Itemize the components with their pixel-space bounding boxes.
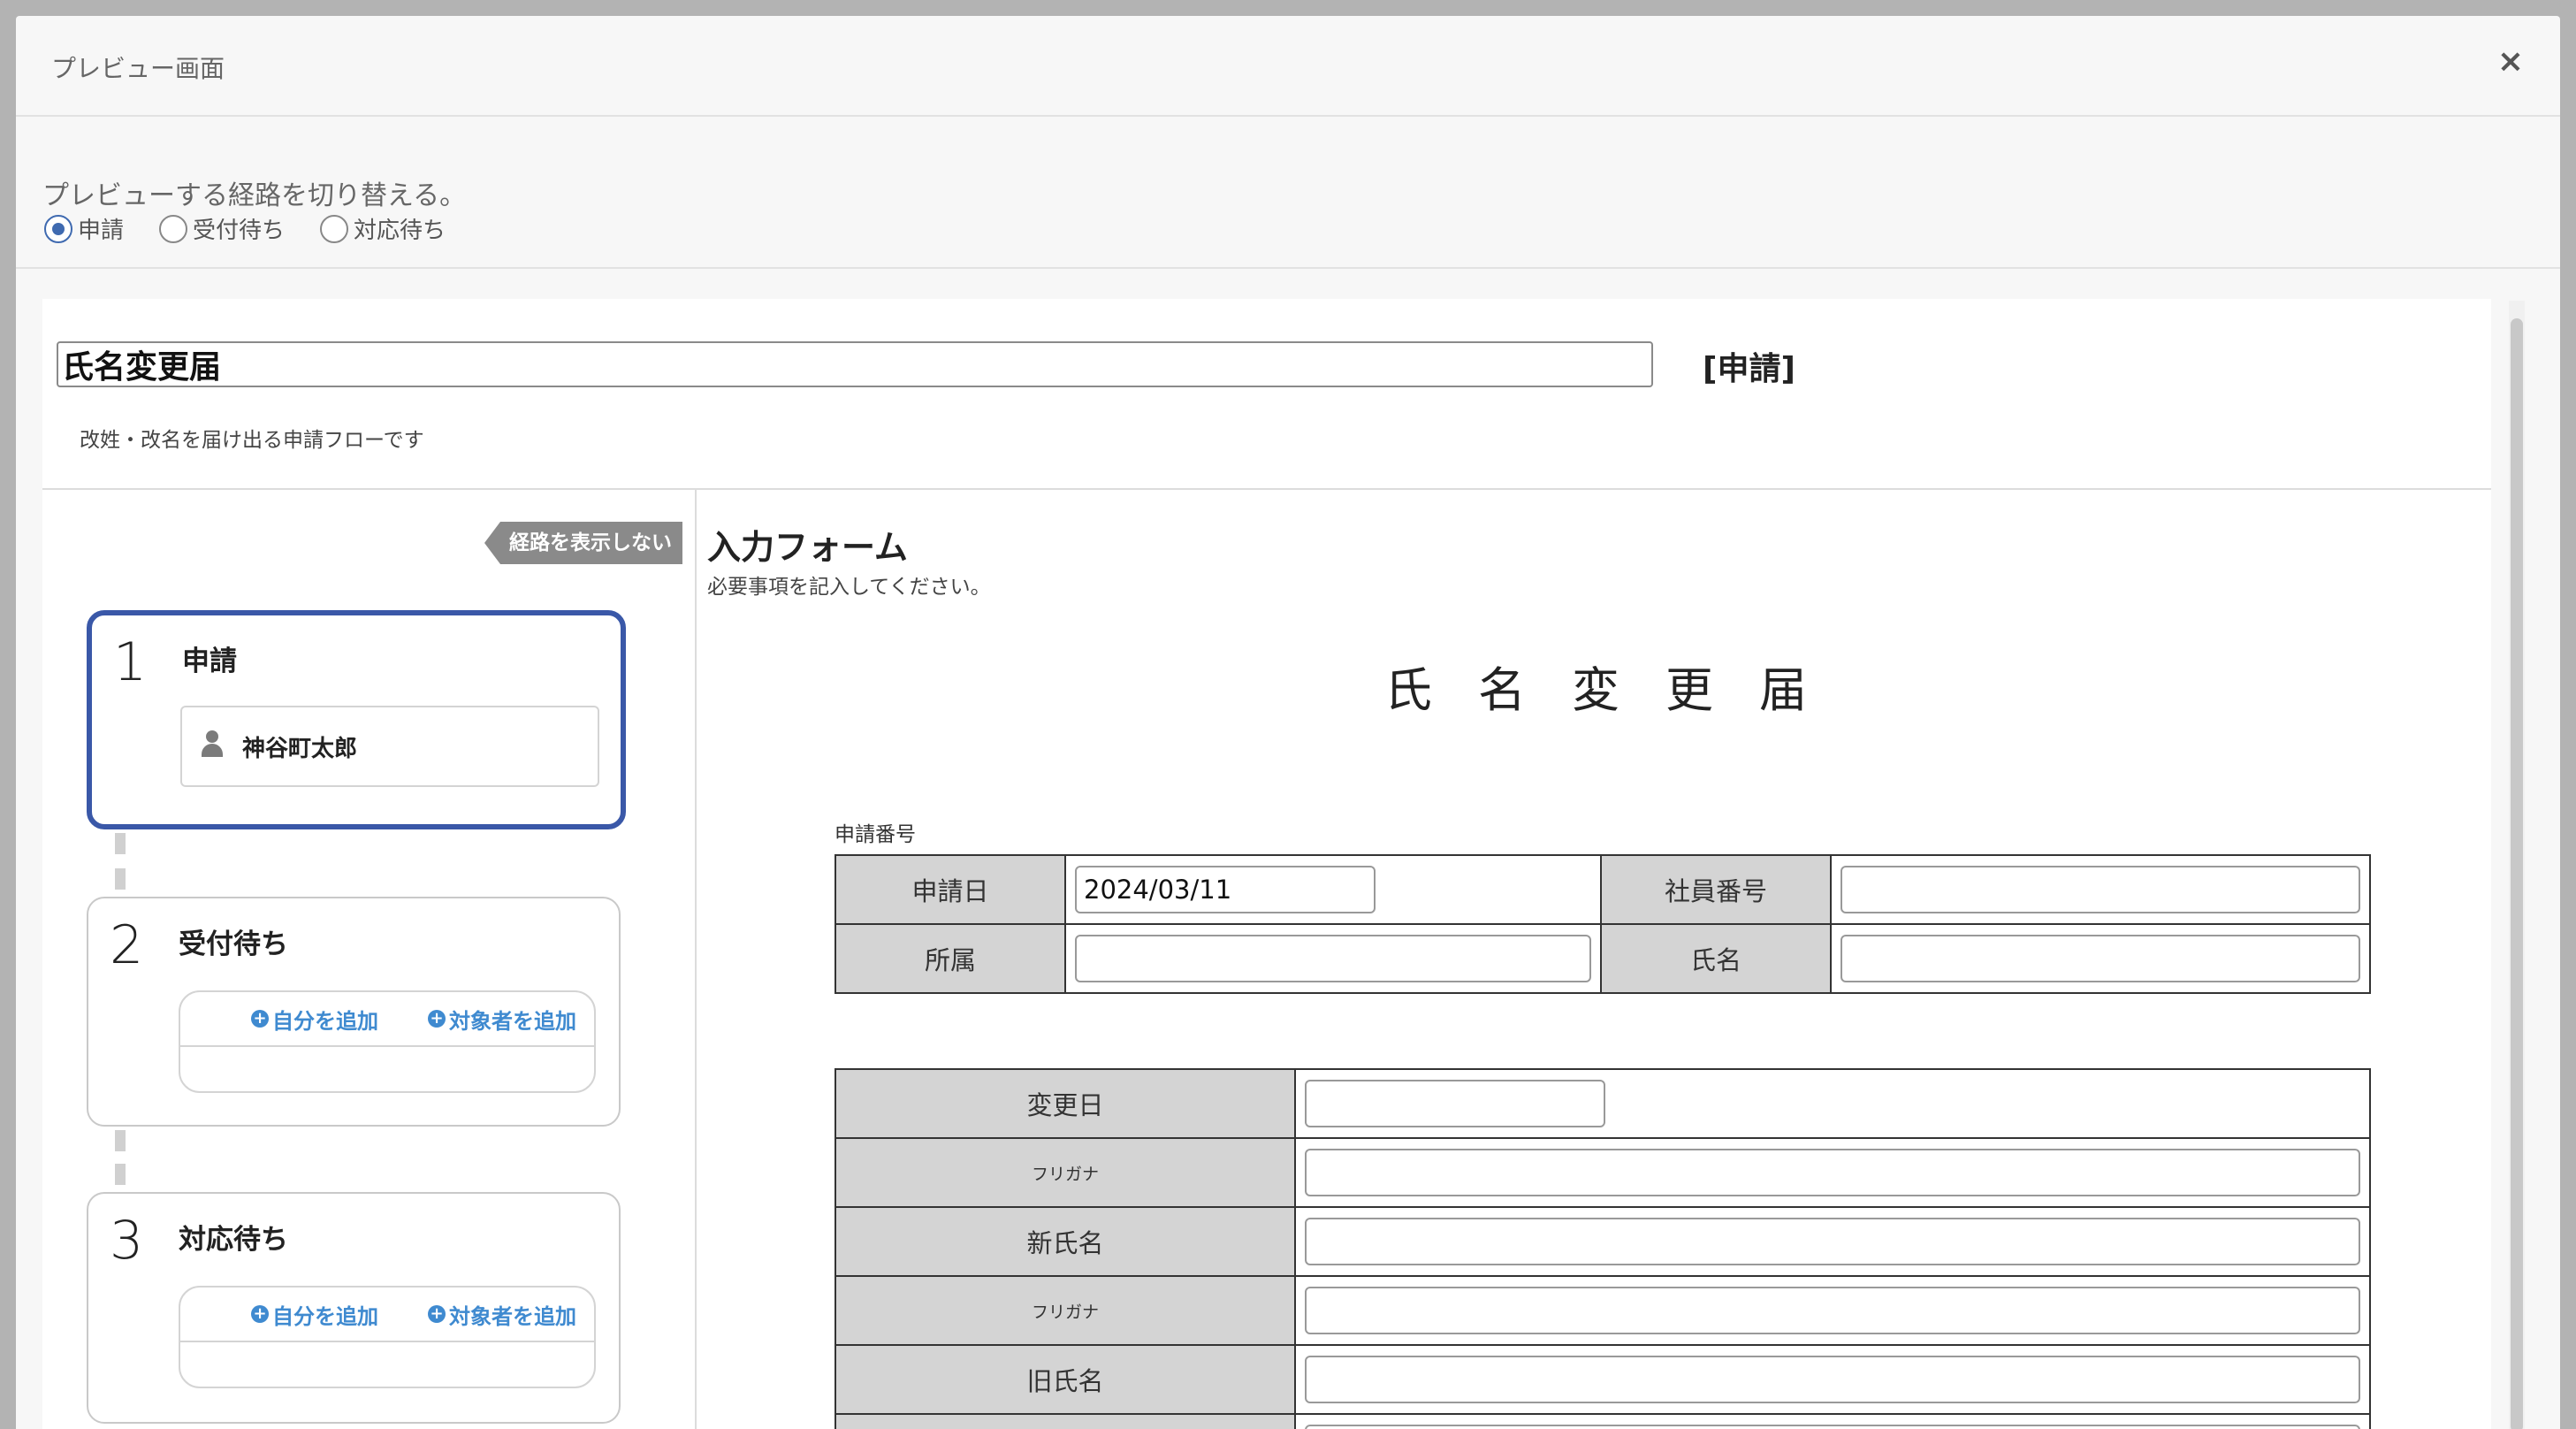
preview-modal: プレビュー画面 × プレビューする経路を切り替える。 申請 受付待ち 対応待ち … [16,16,2560,1429]
route-option-apply-label: 申請 [78,218,125,244]
scrollbar-thumb[interactable] [2511,318,2523,1429]
department-label: 所属 [835,923,1066,994]
assignee-add-box: + 自分を追加 + 対象者を追加 [179,1286,596,1388]
assignee-box: 神谷町太郎 [180,706,599,787]
plus-circle-icon: + [251,1305,269,1323]
person-icon [202,730,223,759]
add-actions: + 自分を追加 + 対象者を追加 [180,1288,594,1342]
add-target-button[interactable]: + 対象者を追加 [428,1004,576,1035]
modal-title: プレビュー画面 [51,54,225,83]
route-connector [115,833,127,890]
plus-circle-icon: + [428,1305,446,1323]
add-self-label: 自分を追加 [272,1008,378,1034]
radio-response[interactable] [320,214,349,243]
employee-no-input[interactable] [1841,866,2360,913]
add-self-button[interactable]: + 自分を追加 [251,1004,378,1035]
add-target-button[interactable]: + 対象者を追加 [428,1299,576,1330]
route-step-3[interactable]: 3 対応待ち + 自分を追加 + 対象者を追加 [87,1192,621,1424]
old-name-input[interactable] [1305,1356,2360,1403]
divider [695,490,697,1429]
divider [42,488,2491,490]
route-tag: [申請] [1703,351,1795,387]
route-connector [115,1130,127,1185]
assignee-name: 神谷町太郎 [242,736,358,762]
change-date-label: 変更日 [835,1068,1296,1139]
add-target-label: 対象者を追加 [449,1303,576,1329]
name-change-table: 変更日 フリガナ 新氏名 フリガナ 旧氏名 [835,1068,2371,1429]
route-option-response[interactable]: 対応待ち [320,212,446,245]
name-input[interactable] [1841,935,2360,982]
hide-route-button[interactable]: 経路を表示しない [484,522,682,564]
step-number: 1 [113,631,148,693]
route-step-2[interactable]: 2 受付待ち + 自分を追加 + 対象者を追加 [87,897,621,1127]
step-name: 受付待ち [179,928,288,960]
route-switcher: プレビューする経路を切り替える。 申請 受付待ち 対応待ち [16,118,2560,269]
route-option-reception-label: 受付待ち [193,218,286,244]
modal-header: プレビュー画面 × [16,16,2560,117]
plus-circle-icon: + [428,1010,446,1028]
employee-no-label: 社員番号 [1600,854,1832,925]
input-form-subtitle: 必要事項を記入してください。 [707,576,991,599]
form-description: 改姓・改名を届け出る申請フローです [80,429,424,452]
add-self-label: 自分を追加 [272,1303,378,1329]
plus-circle-icon: + [251,1010,269,1028]
assignee-add-box: + 自分を追加 + 対象者を追加 [179,990,596,1093]
route-option-reception[interactable]: 受付待ち [159,212,285,245]
form-title-input[interactable] [57,341,1653,387]
old-furigana-label: フリガナ [835,1275,1296,1346]
application-date-input[interactable]: 2024/03/11 [1075,866,1376,913]
step-number: 3 [110,1210,144,1272]
close-icon[interactable]: × [2491,42,2530,81]
change-date-input[interactable] [1305,1080,1605,1127]
input-form-title: 入力フォーム [707,528,908,567]
route-option-apply[interactable]: 申請 [44,212,124,245]
route-step-1[interactable]: 1 申請 神谷町太郎 [87,610,626,829]
step-name: 申請 [182,646,237,677]
preview-content: [申請] 改姓・改名を届け出る申請フローです 経路を表示しない 1 申請 神谷町… [42,299,2491,1429]
extra-row-input[interactable] [1305,1425,2360,1429]
add-actions: + 自分を追加 + 対象者を追加 [180,992,594,1047]
old-furigana-input[interactable] [1305,1287,2360,1334]
document-title: 氏名変更届 [1384,662,1853,718]
department-input[interactable] [1075,935,1591,982]
new-furigana-input[interactable] [1305,1149,2360,1196]
extra-row-label [835,1413,1296,1429]
route-options: 申請 受付待ち 対応待ち [44,212,446,245]
step-name: 対応待ち [179,1224,288,1256]
add-self-button[interactable]: + 自分を追加 [251,1299,378,1330]
add-target-label: 対象者を追加 [449,1008,576,1034]
new-furigana-label: フリガナ [835,1137,1296,1208]
name-label: 氏名 [1600,923,1832,994]
radio-apply[interactable] [44,214,72,243]
route-switcher-label: プレビューする経路を切り替える。 [42,180,467,211]
step-number: 2 [110,914,144,976]
applicant-info-table: 申請日 2024/03/11 社員番号 所属 氏名 [835,854,2371,994]
scrollbar[interactable] [2509,301,2525,1429]
old-name-label: 旧氏名 [835,1344,1296,1415]
new-name-label: 新氏名 [835,1206,1296,1277]
application-date-label: 申請日 [835,854,1066,925]
new-name-input[interactable] [1305,1218,2360,1265]
route-option-response-label: 対応待ち [354,218,446,244]
application-number-label: 申請番号 [835,823,916,846]
radio-reception[interactable] [159,214,188,243]
